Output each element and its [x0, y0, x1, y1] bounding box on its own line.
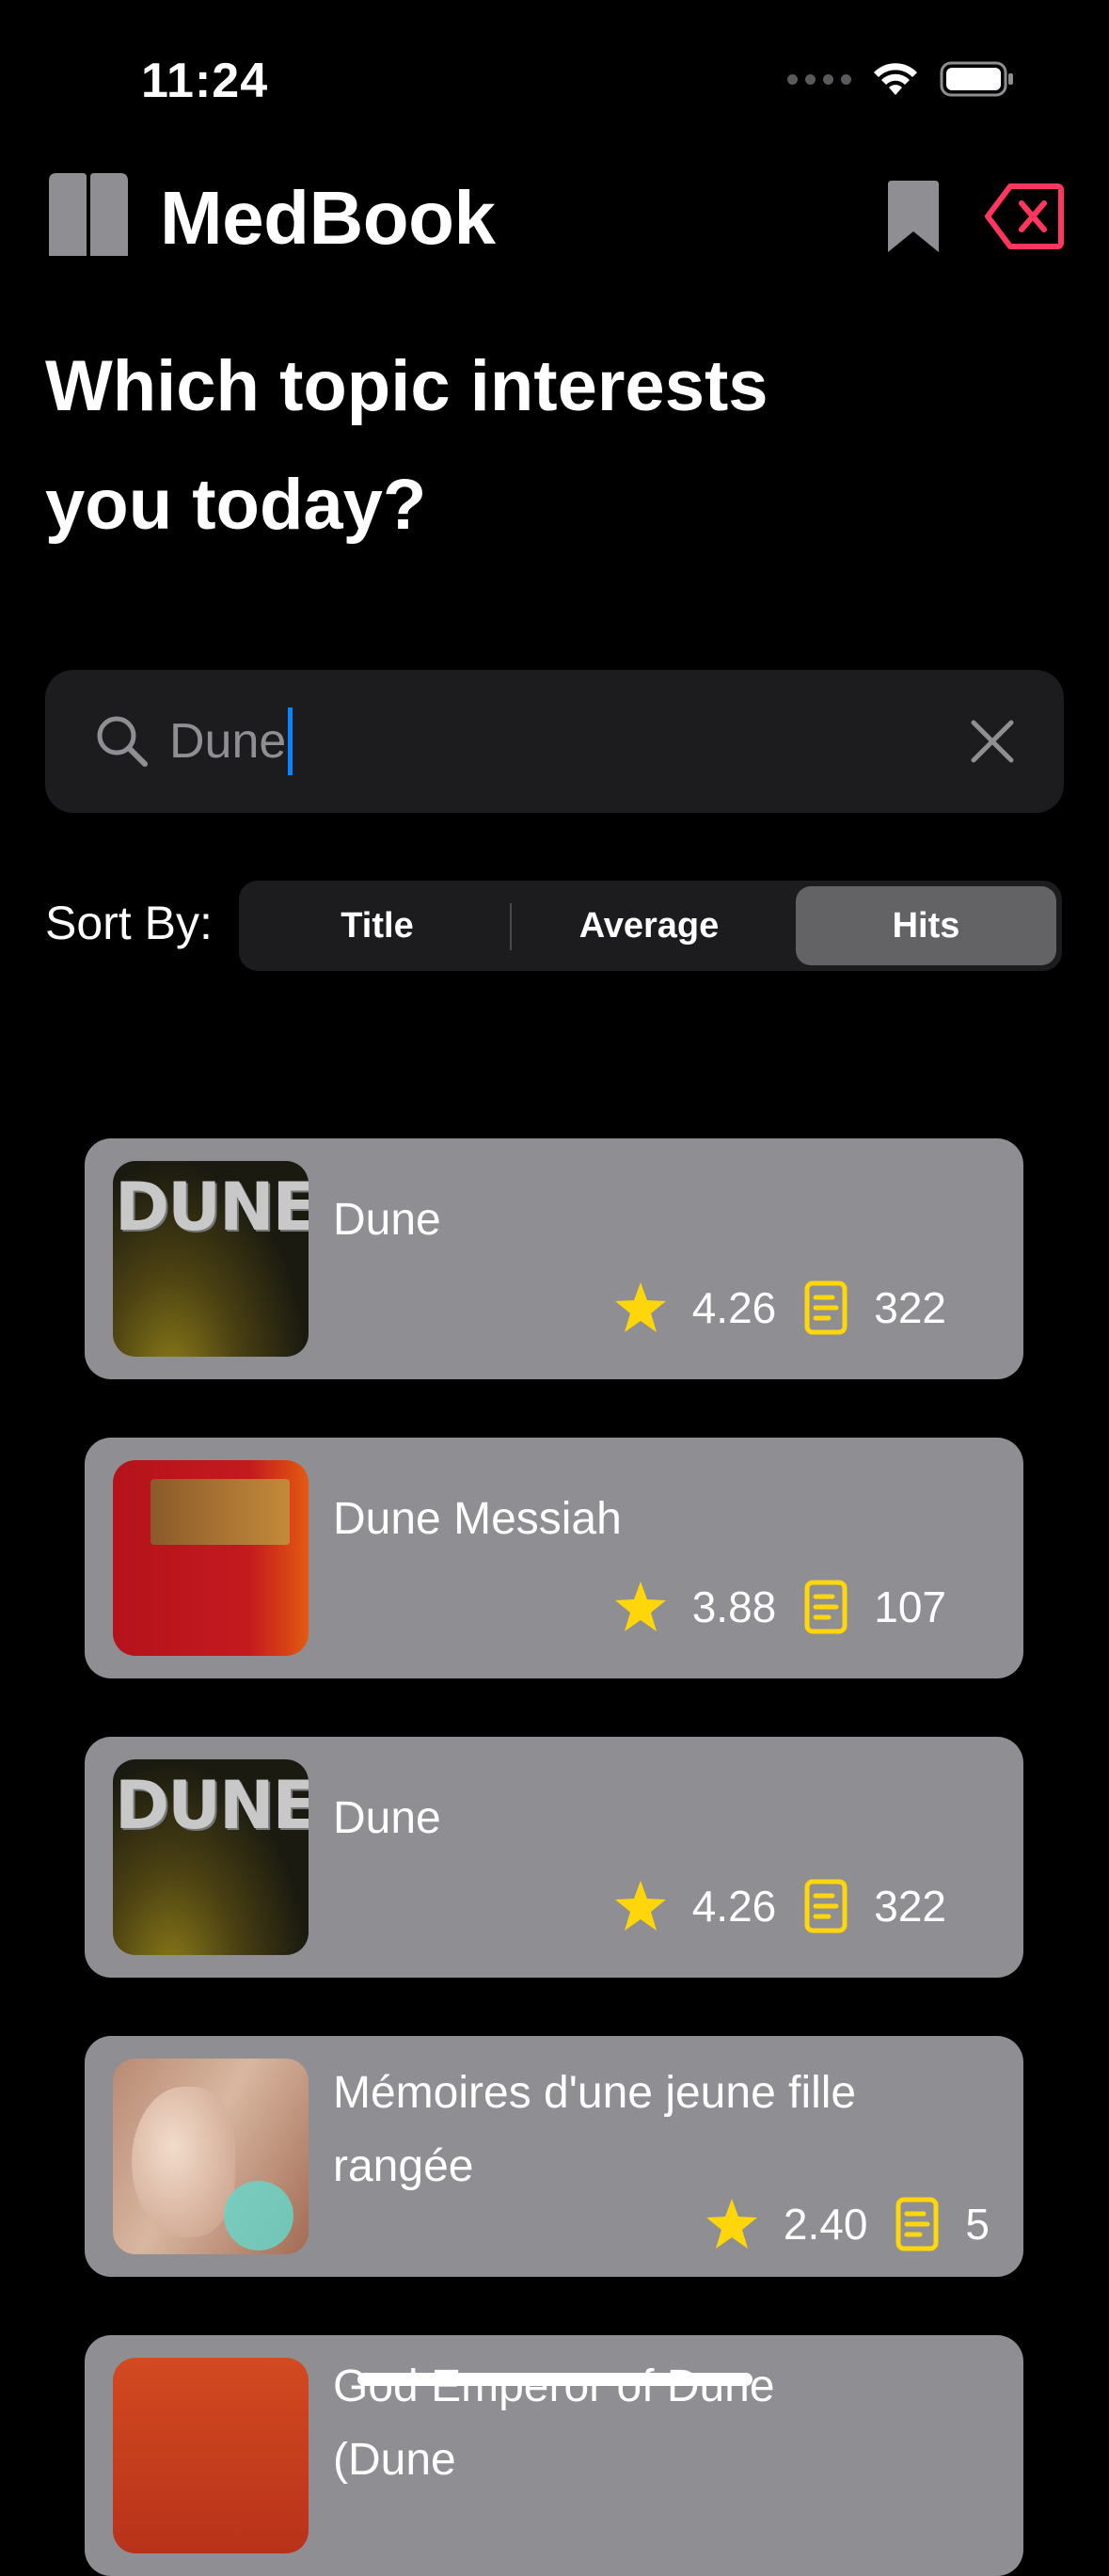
heading-line-2: you today?: [45, 465, 427, 545]
cover-art: DUNE: [115, 1169, 309, 1246]
cellular-signal-icon: [787, 73, 851, 85]
count-value: 322: [874, 1882, 946, 1931]
star-icon: [614, 1582, 666, 1631]
rating-value: 4.26: [691, 1882, 777, 1931]
delete-left-icon[interactable]: [984, 181, 1065, 252]
rating-value: 4.26: [691, 1283, 777, 1332]
rating-value: 3.88: [691, 1582, 777, 1631]
document-icon: [804, 1879, 848, 1933]
app-title: MedBook: [160, 176, 496, 260]
sort-option-hits[interactable]: Hits: [796, 886, 1056, 965]
page-heading: Which topic interests you today?: [45, 327, 986, 564]
cover-badge: [224, 2181, 293, 2250]
search-bar[interactable]: Dune: [45, 670, 1064, 813]
book-meta: 3.88 107: [613, 1577, 946, 1637]
star-icon: [705, 2199, 757, 2249]
status-time: 11:24: [141, 54, 269, 108]
search-icon: [97, 716, 148, 767]
status-bar: 11:24: [0, 0, 1109, 141]
books-icon: [49, 173, 128, 256]
cover-art: DUNE: [115, 1767, 309, 1844]
book-card[interactable]: God Emperor of Dune (Dune: [85, 2335, 1023, 2576]
heading-line-1: Which topic interests: [45, 346, 768, 426]
sort-label: Sort By:: [45, 897, 213, 949]
count-value: 322: [874, 1283, 946, 1332]
bookmark-button[interactable]: [880, 177, 946, 256]
xmark-icon[interactable]: [966, 715, 1019, 768]
book-cover-image: [113, 2358, 309, 2553]
book-meta: 4.26 322: [613, 1876, 946, 1936]
document-icon: [895, 2197, 939, 2251]
rating-value: 2.40: [783, 2200, 868, 2249]
star-icon: [614, 1282, 666, 1332]
sort-option-title[interactable]: Title: [245, 886, 510, 965]
document-icon: [804, 1280, 848, 1335]
book-title: Mémoires d'une jeune fille rangée: [333, 2068, 857, 2191]
home-indicator[interactable]: [357, 2373, 753, 2386]
book-title: Dune: [333, 1793, 441, 1843]
sort-option-average[interactable]: Average: [514, 886, 784, 965]
book-title: Dune: [333, 1195, 441, 1245]
book-meta: 4.26 322: [613, 1278, 946, 1338]
book-meta: 2.40 5: [705, 2194, 990, 2254]
search-input-value: Dune: [169, 714, 287, 769]
sort-segmented-control: Title Average Hits: [239, 881, 1062, 971]
wifi-icon: [874, 63, 917, 95]
status-icons: [787, 60, 1015, 98]
book-cover-image: [113, 2059, 309, 2254]
star-icon: [614, 1881, 666, 1931]
book-title: Dune Messiah: [333, 1494, 622, 1544]
text-caret: [288, 708, 293, 775]
book-cover-image: DUNE: [113, 1759, 309, 1955]
document-icon: [804, 1580, 848, 1634]
cover-art: [132, 2087, 235, 2237]
book-card[interactable]: DUNE Dune 4.26 322: [85, 1737, 1023, 1978]
cover-art: [151, 1479, 290, 1545]
book-card[interactable]: DUNE Dune 4.26 322: [85, 1138, 1023, 1379]
book-card[interactable]: Dune Messiah 3.88 107: [85, 1438, 1023, 1678]
count-value: 5: [965, 2200, 990, 2249]
app-header: MedBook: [45, 169, 1064, 263]
search-input[interactable]: Dune: [169, 706, 293, 777]
book-cover-image: DUNE: [113, 1161, 309, 1357]
book-card[interactable]: Mémoires d'une jeune fille rangée 2.40 5: [85, 2036, 1023, 2277]
book-cover-image: [113, 1460, 309, 1656]
battery-icon: [940, 61, 1013, 97]
segment-divider: [510, 903, 512, 950]
count-value: 107: [874, 1582, 946, 1631]
